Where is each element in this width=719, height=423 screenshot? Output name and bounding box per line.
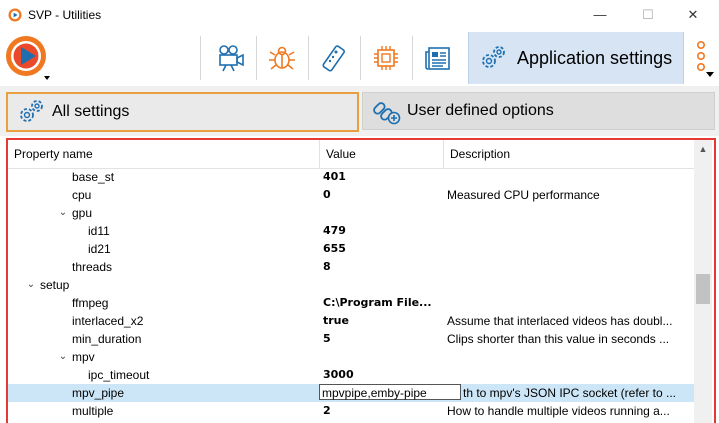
property-value[interactable]: true	[323, 312, 443, 330]
tab-application-settings[interactable]: Application settings	[468, 32, 684, 84]
tree-row[interactable]: multiple 2 How to handle multiple videos r…	[8, 402, 694, 420]
tree-row[interactable]: ffmpeg C:\Program File...	[8, 294, 694, 312]
header-property-name[interactable]: Property name	[8, 140, 320, 168]
toolbar-separator	[412, 36, 413, 80]
toolbar: Application settings	[0, 30, 719, 86]
property-description	[447, 276, 693, 294]
user-defined-options-label: User defined options	[407, 102, 554, 119]
property-value[interactable]: 0	[323, 186, 443, 204]
link-add-icon	[369, 96, 403, 126]
more-menu-button[interactable]	[694, 40, 708, 76]
property-description	[447, 204, 693, 222]
tree-row[interactable]: ⌄ setup	[8, 276, 694, 294]
news-button[interactable]	[416, 36, 460, 80]
property-description: Clips shorter than this value in seconds…	[447, 332, 670, 346]
property-value[interactable]	[323, 276, 443, 294]
toolbar-separator	[256, 36, 257, 80]
window-title: SVP - Utilities	[28, 8, 102, 22]
more-dots-icon	[696, 40, 706, 71]
debug-button[interactable]	[260, 36, 304, 80]
property-value[interactable]: 3000	[323, 366, 443, 384]
toolbar-separator	[200, 36, 201, 80]
user-defined-options-button[interactable]: User defined options	[362, 92, 715, 130]
video-button[interactable]	[208, 36, 252, 80]
toolbar-separator	[308, 36, 309, 80]
scroll-up-icon[interactable]: ▲	[694, 140, 712, 158]
chip-icon	[374, 46, 398, 70]
property-description	[447, 294, 693, 312]
value-edit-field[interactable]: mpvpipe,emby-pipe	[319, 384, 461, 400]
video-camera-icon	[219, 45, 244, 72]
property-description: th to mpv's JSON IPC socket (refer to ..…	[463, 386, 677, 400]
property-value[interactable]: 479	[323, 222, 443, 240]
tree-row[interactable]: ⌄ mpv	[8, 348, 694, 366]
property-value[interactable]: 655	[323, 240, 443, 258]
tree-row[interactable]: base_st 401	[8, 168, 694, 186]
property-description	[447, 222, 693, 240]
property-value[interactable]: C:\Program File...	[323, 294, 443, 312]
tree-row[interactable]: interlaced_x2 true Assume that interlaced …	[8, 312, 694, 330]
property-value[interactable]	[323, 348, 443, 366]
property-value[interactable]: 5	[323, 330, 443, 348]
property-description	[447, 258, 693, 276]
vertical-scrollbar[interactable]: ▲	[694, 140, 712, 423]
tree-row[interactable]: id21 655	[8, 240, 694, 258]
tree-row[interactable]: ⌄ gpu	[8, 204, 694, 222]
all-settings-button[interactable]: All settings	[6, 92, 359, 132]
toolbar-separator	[360, 36, 361, 80]
tree-row[interactable]: min_duration 5 Clips shorter than this val…	[8, 330, 694, 348]
property-description	[447, 366, 693, 384]
property-description	[447, 168, 693, 186]
property-name: setup	[40, 278, 70, 292]
svp-logo-icon	[6, 36, 50, 80]
remote-control-icon	[322, 45, 345, 72]
property-description	[447, 348, 693, 366]
tree-row[interactable]: cpu 0 Measured CPU performance	[8, 186, 694, 204]
property-value[interactable]: 401	[323, 168, 443, 186]
tree-row[interactable]: ipc_timeout 3000	[8, 366, 694, 384]
chevron-down-icon	[706, 72, 714, 77]
minimize-button[interactable]: —	[580, 4, 620, 26]
tree-row[interactable]: id11 479	[8, 222, 694, 240]
property-description: How to handle multiple videos running a.…	[447, 404, 670, 418]
close-button[interactable]: ✕	[673, 4, 713, 26]
gears-icon	[14, 97, 48, 127]
gears-icon	[477, 42, 509, 74]
property-value[interactable]: 2	[323, 402, 443, 420]
hardware-button[interactable]	[364, 36, 408, 80]
property-description: Measured CPU performance	[447, 188, 600, 202]
scrollbar-thumb[interactable]	[696, 274, 710, 304]
tree-header: Property name Value Description	[8, 140, 694, 169]
property-value[interactable]: 8	[323, 258, 443, 276]
all-settings-label: All settings	[52, 103, 130, 120]
settings-tree: Property name Value Description base_st 4…	[6, 138, 716, 423]
header-value[interactable]: Value	[320, 140, 444, 168]
remote-button[interactable]	[312, 36, 356, 80]
tree-rows: base_st 401 cpu 0 Measured CPU performance ⌄ g…	[8, 168, 694, 420]
header-description[interactable]: Description	[444, 140, 694, 168]
property-description	[447, 240, 693, 258]
title-bar: SVP - Utilities — ☐ ✕	[0, 0, 719, 30]
bug-icon	[269, 46, 295, 70]
settings-mode-bar: All settings User defined options	[0, 86, 719, 136]
property-value[interactable]	[323, 204, 443, 222]
maximize-button[interactable]: ☐	[628, 4, 668, 26]
svp-app-icon	[8, 8, 22, 22]
tree-row[interactable]: threads 8	[8, 258, 694, 276]
svp-logo-menu-button[interactable]	[4, 34, 52, 82]
newspaper-icon	[425, 47, 450, 70]
property-description: Assume that interlaced videos has doubl.…	[447, 314, 673, 328]
tree-row[interactable]: mpv_pipe mpvpipe,emby-pipe th to mpv's JSO…	[8, 384, 694, 402]
tab-label: Application settings	[517, 47, 673, 68]
